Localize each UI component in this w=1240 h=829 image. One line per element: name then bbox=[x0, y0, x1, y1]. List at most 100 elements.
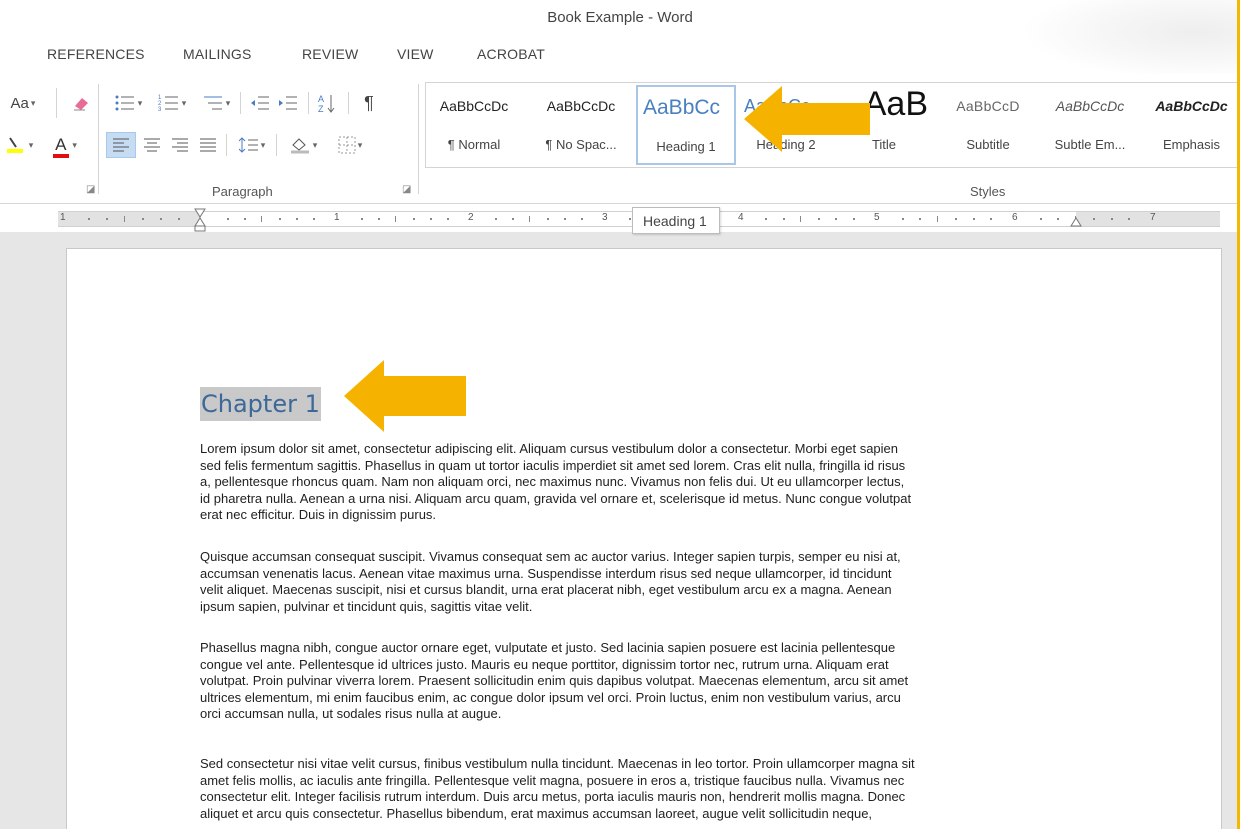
ruler-tick bbox=[278, 218, 281, 220]
numbered-list-icon: 1 2 3 bbox=[158, 95, 178, 112]
justify-icon bbox=[200, 138, 216, 152]
decrease-indent-icon bbox=[251, 96, 269, 110]
increase-indent-icon bbox=[279, 96, 297, 110]
style-subtitle[interactable]: AaBbCcD Subtitle bbox=[938, 85, 1038, 165]
highlight-swatch bbox=[6, 149, 23, 153]
ruler-tick bbox=[972, 218, 975, 220]
ruler-tick bbox=[817, 218, 820, 220]
highlight-color-button[interactable]: ▾ bbox=[0, 132, 40, 158]
ruler-tick bbox=[1039, 218, 1042, 220]
style-no-spacing[interactable]: AaBbCcDc ¶ No Spac... bbox=[530, 85, 632, 165]
paragraph-group-label: Paragraph bbox=[212, 184, 273, 199]
divider bbox=[226, 134, 227, 156]
body-paragraph[interactable]: Lorem ipsum dolor sit amet, consectetur … bbox=[200, 441, 1070, 524]
ruler-tick bbox=[901, 218, 904, 220]
ruler-tick bbox=[227, 218, 230, 220]
ribbon: Aa ▾ ▾ A ▾ ◪ ▾ 1 2 3 ▾ ▾ A Z ¶ ▾ ▾ ▾ Par… bbox=[0, 74, 1240, 204]
shading-button[interactable]: ▾ bbox=[280, 132, 326, 158]
bullets-button[interactable]: ▾ bbox=[108, 90, 148, 116]
paragraph-dialog-launcher[interactable]: ◪ bbox=[402, 184, 411, 195]
style-emphasis[interactable]: AaBbCcDc Emphasis bbox=[1142, 85, 1240, 165]
align-right-icon bbox=[172, 138, 188, 152]
show-formatting-marks-button[interactable]: ¶ bbox=[356, 90, 382, 116]
style-heading-1[interactable]: AaBbCc Heading 1 bbox=[636, 85, 736, 165]
right-indent-marker[interactable] bbox=[1070, 216, 1082, 228]
pilcrow-icon: ¶ bbox=[364, 92, 374, 113]
bullet-list-icon bbox=[115, 95, 134, 111]
tab-view[interactable]: VIEW bbox=[397, 46, 434, 62]
align-left-button[interactable] bbox=[106, 132, 136, 158]
align-center-button[interactable] bbox=[138, 132, 166, 158]
ruler-tick bbox=[1057, 218, 1060, 220]
ruler-tick bbox=[361, 218, 364, 220]
ruler-tick bbox=[782, 218, 785, 220]
tab-mailings[interactable]: MAILINGS bbox=[183, 46, 252, 62]
numbering-button[interactable]: 1 2 3 ▾ bbox=[152, 90, 192, 116]
divider bbox=[276, 134, 277, 156]
clear-formatting-button[interactable] bbox=[66, 90, 96, 116]
ruler-tick bbox=[495, 218, 498, 220]
line-spacing-icon bbox=[238, 137, 258, 153]
divider bbox=[56, 88, 57, 118]
document-page[interactable] bbox=[66, 248, 1222, 829]
ruler-tick bbox=[852, 218, 855, 220]
increase-indent-button[interactable] bbox=[274, 90, 302, 116]
borders-button[interactable]: ▾ bbox=[328, 132, 372, 158]
align-right-button[interactable] bbox=[166, 132, 194, 158]
style-tooltip: Heading 1 bbox=[632, 207, 720, 234]
divider bbox=[418, 84, 419, 194]
multilevel-list-button[interactable]: ▾ bbox=[196, 90, 236, 116]
ruler-tick bbox=[563, 218, 566, 220]
sort-button[interactable]: A Z bbox=[312, 90, 342, 116]
change-case-label: Aa bbox=[10, 94, 29, 112]
ruler-tick bbox=[800, 216, 802, 222]
align-center-icon bbox=[144, 138, 160, 152]
ruler-tick bbox=[1092, 218, 1095, 220]
left-indent-marker[interactable] bbox=[194, 208, 206, 232]
ruler-tick bbox=[990, 218, 993, 220]
decrease-indent-button[interactable] bbox=[246, 90, 274, 116]
tab-review[interactable]: REVIEW bbox=[302, 46, 358, 62]
tab-acrobat[interactable]: ACROBAT bbox=[477, 46, 545, 62]
font-color-button[interactable]: A ▾ bbox=[44, 132, 88, 158]
style-emphasis-name: Emphasis bbox=[1162, 137, 1221, 152]
style-subtle-emphasis[interactable]: AaBbCcDc Subtle Em... bbox=[1040, 85, 1140, 165]
ruler-tick bbox=[529, 216, 531, 222]
eraser-icon bbox=[74, 98, 88, 111]
ruler-tick bbox=[954, 218, 957, 220]
ruler-tick bbox=[1110, 218, 1113, 220]
change-case-button[interactable]: Aa ▾ bbox=[0, 90, 46, 116]
divider bbox=[98, 84, 99, 194]
style-heading-1-name: Heading 1 bbox=[656, 139, 716, 154]
style-normal-name: ¶ Normal bbox=[447, 137, 501, 152]
divider bbox=[240, 92, 241, 114]
ruler-tick bbox=[142, 218, 144, 220]
paint-bucket-icon bbox=[290, 138, 309, 154]
ruler-number: 1 bbox=[60, 212, 66, 223]
ruler-tick bbox=[1128, 218, 1131, 220]
style-subtitle-preview: AaBbCcD bbox=[956, 98, 1020, 114]
ruler-tick bbox=[124, 216, 125, 222]
ruler-number: 2 bbox=[468, 212, 474, 223]
body-paragraph[interactable]: Sed consectetur nisi vitae velit cursus,… bbox=[200, 756, 1070, 822]
divider bbox=[308, 92, 309, 114]
ruler-tick bbox=[835, 218, 838, 220]
tab-references[interactable]: REFERENCES bbox=[47, 46, 145, 62]
heading-arrow-annotation bbox=[344, 360, 466, 432]
body-paragraph[interactable]: Phasellus magna nibh, congue auctor orna… bbox=[200, 640, 1070, 723]
font-dialog-launcher[interactable]: ◪ bbox=[86, 184, 95, 195]
ruler-tick bbox=[395, 216, 397, 222]
justify-button[interactable] bbox=[194, 132, 222, 158]
ruler-tick bbox=[178, 218, 180, 220]
style-emphasis-preview: AaBbCcDc bbox=[1155, 98, 1228, 114]
chapter-heading[interactable]: Chapter 1 bbox=[200, 387, 321, 421]
style-normal[interactable]: AaBbCcDc ¶ Normal bbox=[426, 85, 522, 165]
body-paragraph[interactable]: Quisque accumsan consequat suscipit. Viv… bbox=[200, 549, 1070, 615]
line-spacing-button[interactable]: ▾ bbox=[232, 132, 272, 158]
ruler-tick bbox=[160, 218, 162, 220]
ruler-tick bbox=[295, 218, 298, 220]
ruler-tick bbox=[512, 218, 515, 220]
ruler-tick bbox=[312, 218, 315, 220]
title-bar: Book Example - Word bbox=[0, 0, 1240, 80]
font-color-letter: A bbox=[55, 135, 67, 154]
